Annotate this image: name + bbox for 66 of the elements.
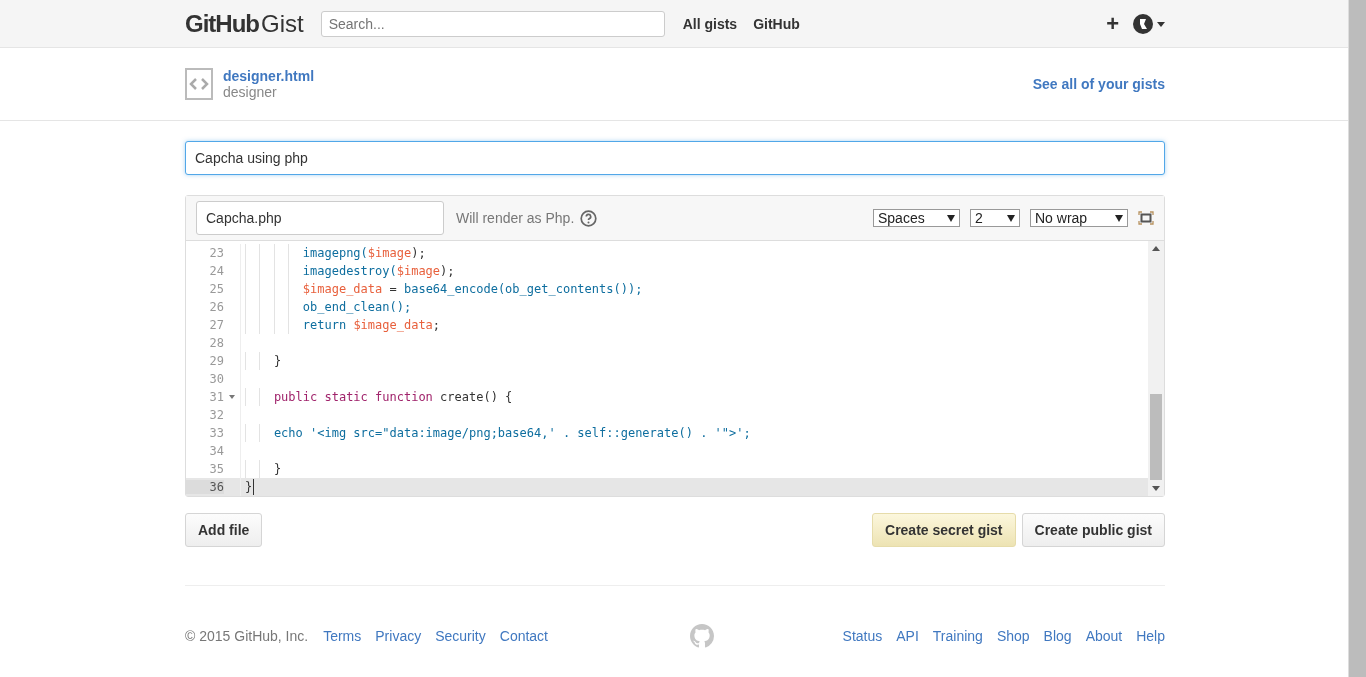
footer-link[interactable]: Shop xyxy=(996,628,1030,644)
line-number: 24 xyxy=(208,264,224,278)
render-note: Will render as Php. xyxy=(456,210,575,226)
line-number: 26 xyxy=(208,300,224,314)
line-number: 27 xyxy=(208,318,224,332)
code-line: public static function create() { xyxy=(272,390,513,404)
footer-link[interactable]: About xyxy=(1085,628,1123,644)
nav-link[interactable]: GitHub xyxy=(753,15,800,32)
footer-link[interactable]: Help xyxy=(1136,628,1165,644)
code-line: ob_end_clean(); xyxy=(301,300,412,314)
create-secret-gist-button[interactable]: Create secret gist xyxy=(872,513,1016,547)
scroll-down-icon[interactable] xyxy=(1152,486,1160,491)
footer-link[interactable]: Contact xyxy=(499,628,548,644)
help-icon[interactable] xyxy=(580,209,598,227)
footer-link[interactable]: Security xyxy=(435,628,486,644)
logo-text[interactable]: GitHub xyxy=(185,9,259,38)
fullscreen-icon[interactable] xyxy=(1138,211,1154,225)
indent-select[interactable]: Spaces xyxy=(873,209,960,227)
create-public-gist-button[interactable]: Create public gist xyxy=(1021,513,1165,547)
line-number: 29 xyxy=(208,354,224,368)
footer-link[interactable]: Training xyxy=(932,628,983,644)
code-line: $image_data = base64_encode(ob_get_contents()); xyxy=(301,282,643,296)
line-number: 23 xyxy=(208,246,224,260)
line-number: 32 xyxy=(208,408,224,422)
fold-icon[interactable] xyxy=(229,395,235,399)
code-line: } xyxy=(272,354,282,368)
dropdown-arrow-icon xyxy=(947,214,955,222)
dropdown-arrow-icon xyxy=(1007,214,1015,222)
code-line: } xyxy=(245,480,253,494)
line-number: 31 xyxy=(208,390,224,404)
new-gist-button[interactable]: + xyxy=(1106,10,1119,37)
search-field[interactable]: Search... xyxy=(320,10,665,37)
indent-select[interactable]: 2 xyxy=(970,209,1020,227)
see-all-gists-link[interactable]: See all of your gists xyxy=(1032,76,1165,92)
line-number: 28 xyxy=(208,336,224,350)
line-number: 30 xyxy=(208,372,224,386)
footer-link[interactable]: Privacy xyxy=(375,628,422,644)
code-line: } xyxy=(272,462,282,476)
filename-field[interactable]: Capcha.php xyxy=(196,201,444,235)
page-scrollbar[interactable] xyxy=(1348,0,1366,677)
footer-link[interactable]: Status xyxy=(842,628,883,644)
footer-link[interactable]: Blog xyxy=(1043,628,1072,644)
add-file-button[interactable]: Add file xyxy=(185,513,263,547)
gist-owner: designer xyxy=(223,84,278,100)
indent-select[interactable]: No wrap xyxy=(1030,209,1128,227)
dropdown-arrow-icon xyxy=(1115,214,1123,222)
description-field[interactable]: Capcha using php xyxy=(185,141,1165,175)
logo-subtitle[interactable]: Gist xyxy=(261,9,304,38)
code-line: return $image_data; xyxy=(301,318,441,332)
code-file-icon xyxy=(185,68,213,100)
nav-link[interactable]: All gists xyxy=(682,15,738,32)
footer-link[interactable]: Terms xyxy=(323,628,362,644)
line-number: 25 xyxy=(208,282,224,296)
code-line: imagedestroy($image); xyxy=(301,264,455,278)
line-number: 36 xyxy=(186,480,224,494)
line-number: 35 xyxy=(208,462,224,476)
line-number: 33 xyxy=(208,426,224,440)
line-number: 34 xyxy=(208,444,224,458)
scrollbar[interactable] xyxy=(1148,241,1164,496)
code-line: echo '<img src="data:image/png;base64,' . self::generate() . '">'; xyxy=(272,426,751,440)
user-menu-icon[interactable] xyxy=(1133,12,1165,35)
gist-file-link[interactable]: designer.html xyxy=(223,68,315,84)
code-line: imagepng($image); xyxy=(301,246,426,260)
copyright-text: © 2015 GitHub, Inc. xyxy=(185,628,309,644)
scroll-up-icon[interactable] xyxy=(1152,246,1160,251)
footer-link[interactable]: API xyxy=(896,628,919,644)
